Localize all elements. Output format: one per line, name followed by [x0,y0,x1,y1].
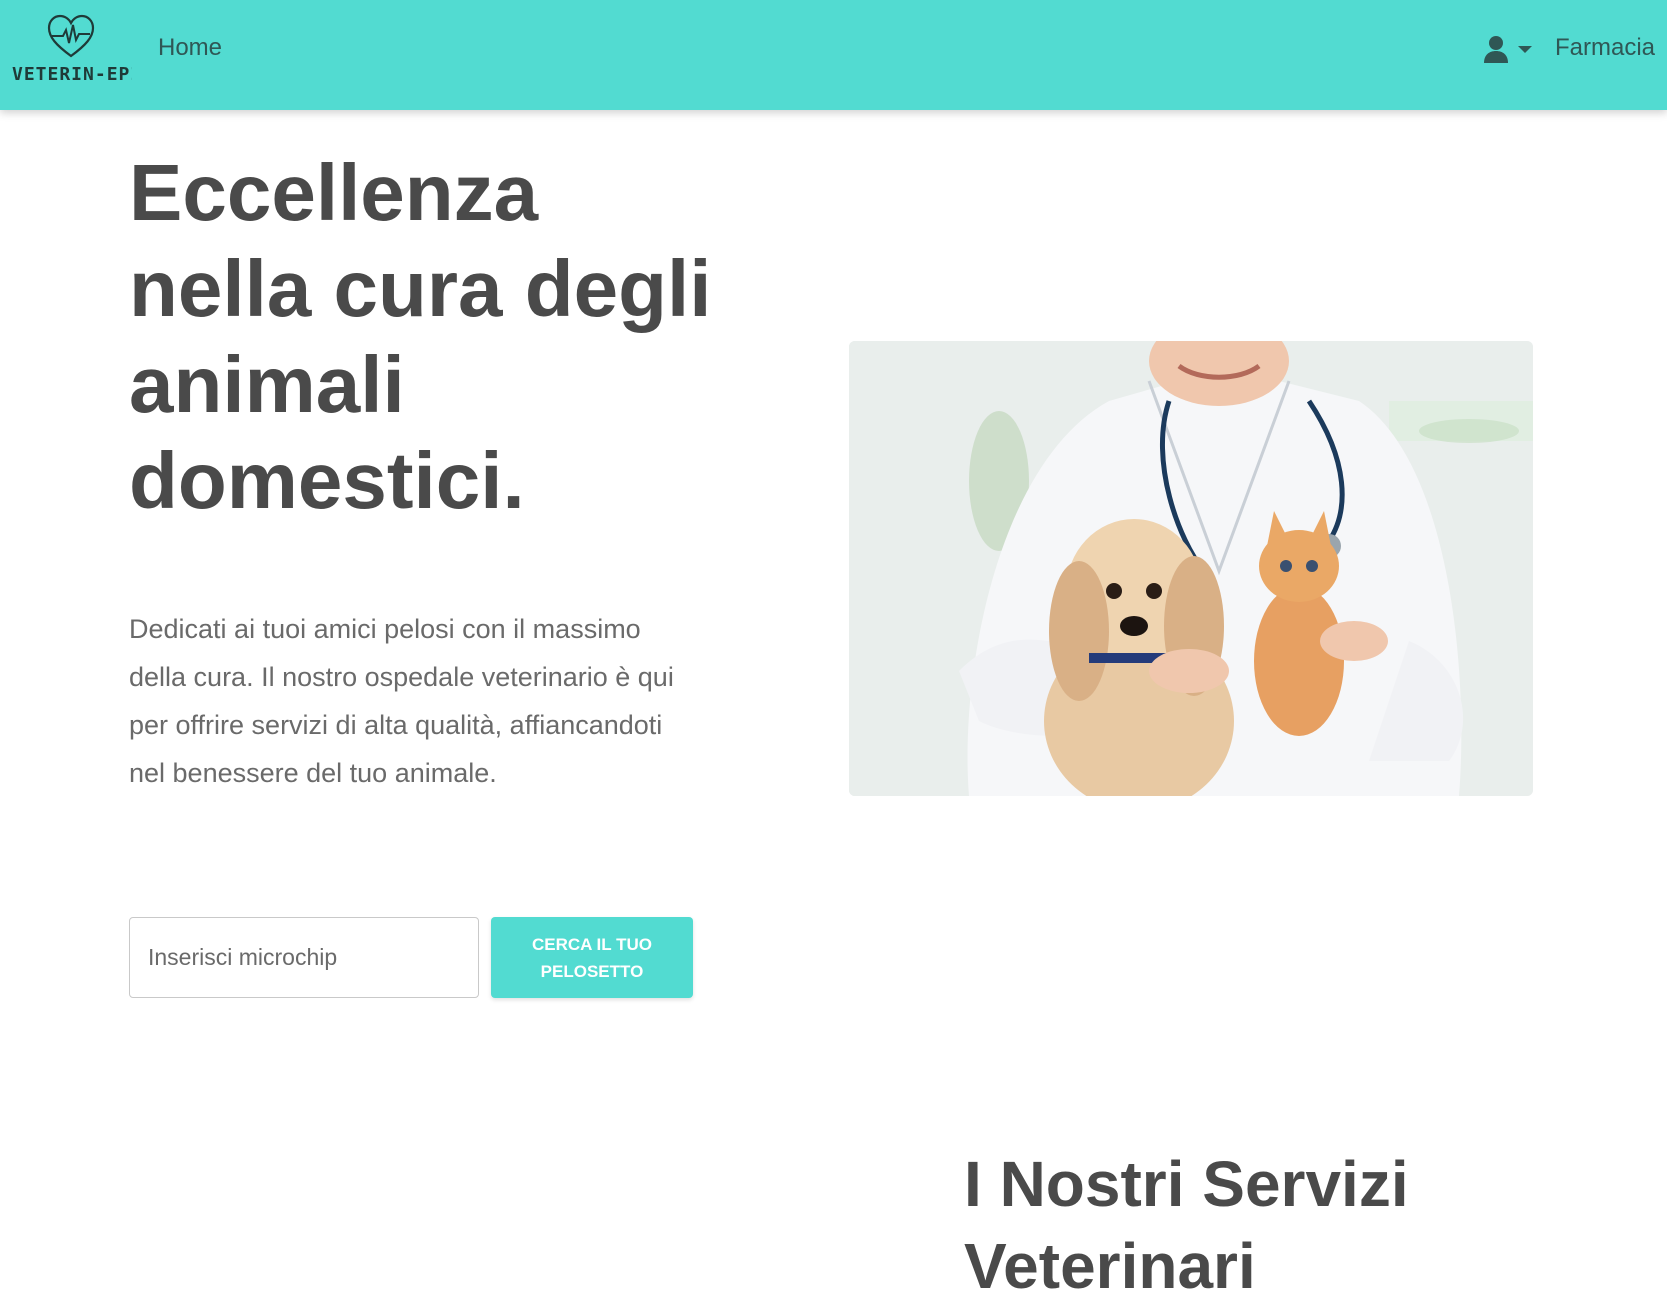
caret-down-icon [1518,45,1532,53]
top-navbar: VETERIN-EPI Home Farmacia [0,0,1667,110]
vet-photo-illustration [849,341,1533,796]
hero-title: Eccellenza nella cura degli animali dome… [129,148,712,525]
user-dropdown-toggle[interactable] [1483,33,1535,65]
search-pet-button[interactable]: CERCA IL TUO PELOSETTO [491,917,693,998]
brand-logo-link[interactable]: VETERIN-EPI [10,14,132,86]
brand-name: VETERIN-EPI [12,64,132,85]
nav-link-home[interactable]: Home [158,34,222,62]
services-section-title: I Nostri Servizi Veterinari [964,1148,1409,1302]
user-icon [1484,36,1508,63]
heart-pulse-icon [47,14,95,58]
hero-description: Dedicati ai tuoi amici pelosi con il mas… [129,614,674,788]
hero-image-vet-with-pets [849,341,1533,796]
nav-link-pharmacy[interactable]: Farmacia [1555,34,1655,62]
microchip-search-input[interactable] [129,917,479,998]
